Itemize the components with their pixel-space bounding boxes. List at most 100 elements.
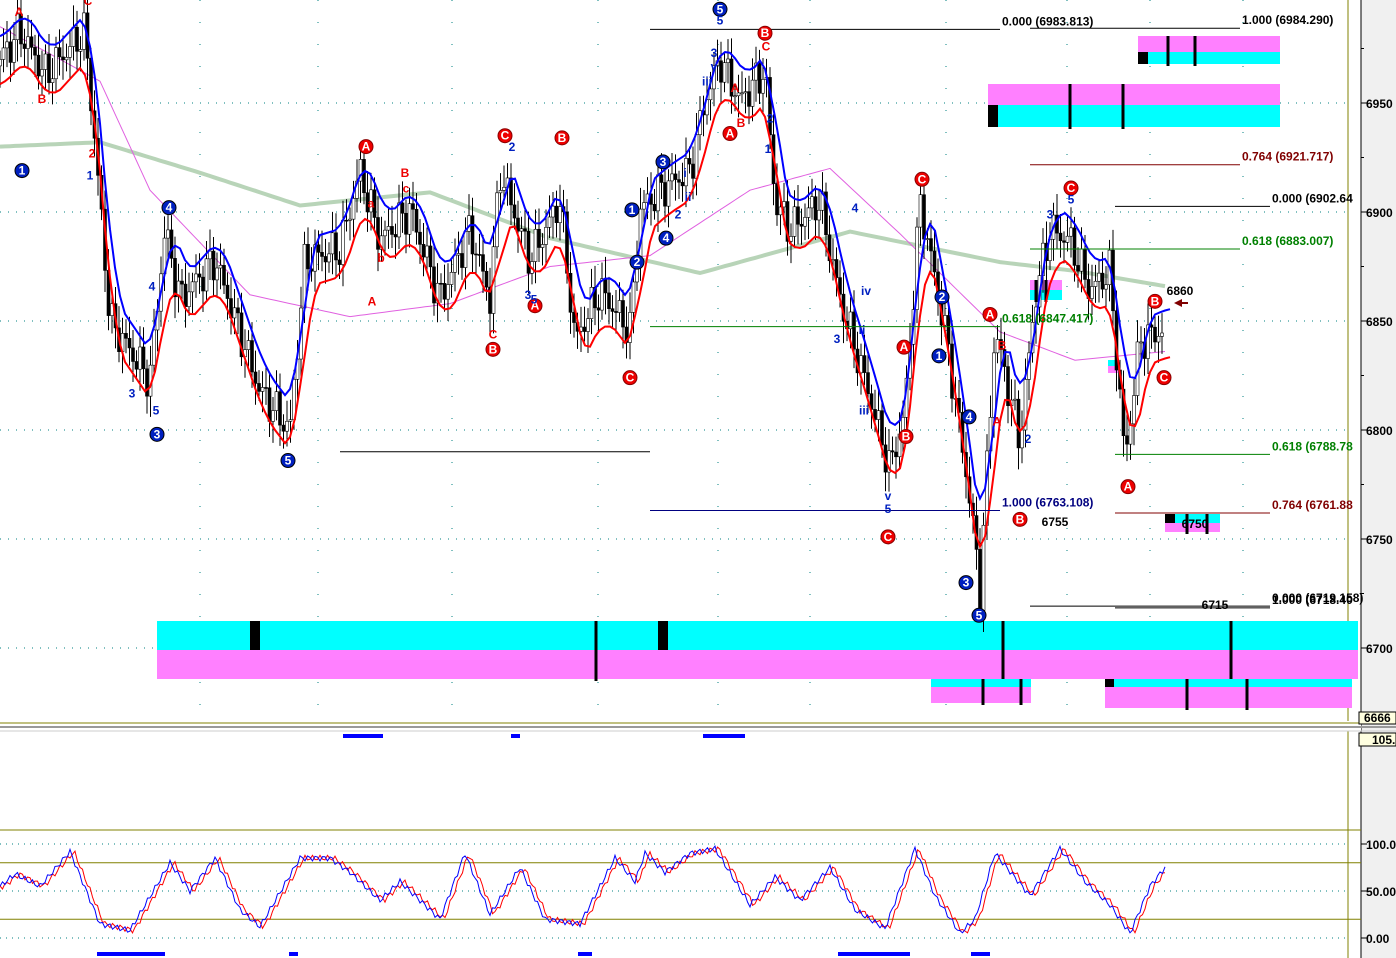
candle-body xyxy=(75,26,79,52)
candle-body xyxy=(757,62,762,94)
candle-body xyxy=(187,291,191,307)
wave-circle-label: A xyxy=(1120,479,1136,495)
signal-marker xyxy=(97,952,165,956)
price-tick-label: 6800 xyxy=(1366,424,1393,438)
osc-tick-label: 100.0 xyxy=(1366,838,1396,852)
candle-body xyxy=(390,226,394,235)
candle-body xyxy=(544,227,548,245)
candle-body xyxy=(813,196,818,221)
wave-text-label: 4 xyxy=(852,201,859,215)
candle-body xyxy=(190,281,195,293)
candle-body xyxy=(281,424,286,432)
wave-circle-text: B xyxy=(1151,294,1160,308)
price-current-value: 6666 xyxy=(1364,711,1391,725)
zone-tick xyxy=(594,621,598,681)
candle-body xyxy=(600,278,604,311)
wave-circle-label: B xyxy=(1012,511,1028,527)
wave-text-label: 3 xyxy=(129,386,136,400)
candle-body xyxy=(456,253,461,256)
candle-body xyxy=(862,355,867,373)
candle-body xyxy=(859,355,863,374)
candle-body xyxy=(978,549,982,611)
candle-body xyxy=(603,278,608,294)
candle-body xyxy=(222,265,226,286)
candle-body xyxy=(400,202,405,214)
fib-level-label: 0.618 (6788.78 xyxy=(1272,439,1353,453)
wave-circle-label: A xyxy=(982,306,998,322)
candle-body xyxy=(519,228,524,232)
wave-circle-label: C xyxy=(1156,370,1172,386)
zone-tick xyxy=(1229,621,1233,681)
wave-text-label: C xyxy=(762,40,771,54)
zone-tick xyxy=(1193,36,1197,66)
wave-circle-text: 1 xyxy=(629,203,636,217)
candle-body xyxy=(208,250,212,260)
price-tick-label: 6950 xyxy=(1366,97,1393,111)
candle-body xyxy=(740,92,744,95)
candle-body xyxy=(404,212,408,235)
zone-marker xyxy=(658,621,668,650)
candle-body xyxy=(799,223,804,227)
candle-body xyxy=(502,186,506,191)
wave-text-label: c xyxy=(403,181,410,195)
candle-body xyxy=(134,361,139,370)
candle-body xyxy=(922,194,926,240)
candle-body xyxy=(64,57,69,61)
candle-body xyxy=(257,383,261,392)
projection-zone xyxy=(1138,52,1280,64)
wave-text-label: 5 xyxy=(885,502,892,516)
zone-marker xyxy=(250,621,260,650)
zone-tick xyxy=(1245,679,1249,710)
candle-body xyxy=(537,228,541,248)
candle-body xyxy=(33,47,37,56)
wave-text-label: 4 xyxy=(149,279,156,293)
price-tick-label: 6750 xyxy=(1366,533,1393,547)
wave-text-label: v xyxy=(711,59,718,73)
wave-text-label: 5 xyxy=(717,14,724,28)
candle-body xyxy=(449,272,454,285)
candle-body xyxy=(1058,232,1063,242)
candle-body xyxy=(236,307,240,314)
fib-level-label: 1.000 (6718.40 xyxy=(1272,593,1353,607)
candle-body xyxy=(631,281,636,313)
wave-text-label: B xyxy=(998,338,1007,352)
candle-body xyxy=(407,203,412,235)
candle-body xyxy=(351,198,356,220)
candle-body xyxy=(411,203,415,210)
candle-body xyxy=(463,231,468,268)
candle-body xyxy=(421,244,426,258)
candle-body xyxy=(481,254,485,272)
wave-circle-text: C xyxy=(1160,371,1169,385)
candle-body xyxy=(145,368,149,397)
candle-body xyxy=(614,311,618,313)
candle-body xyxy=(393,234,398,238)
candle-body xyxy=(1153,326,1157,343)
wave-text-label: B xyxy=(401,166,410,180)
candle-body xyxy=(652,204,657,212)
zone-marker xyxy=(988,105,998,127)
candle-body xyxy=(1016,398,1021,449)
wave-text-label: 3 xyxy=(711,46,718,60)
price-label: 6715 xyxy=(1202,598,1229,612)
candle-body xyxy=(761,79,765,94)
candle-body xyxy=(747,91,751,107)
candle-body xyxy=(918,194,923,228)
candle-body xyxy=(12,39,16,63)
candle-body xyxy=(428,245,433,268)
candle-body xyxy=(656,174,660,212)
arrow-left-icon xyxy=(1174,299,1188,307)
candle-body xyxy=(40,69,44,77)
osc-current-value: 105. xyxy=(1372,733,1395,747)
wave-circle-text: B xyxy=(902,430,911,444)
wave-circle-text: 2 xyxy=(939,290,946,304)
wave-text-label: 2 xyxy=(89,147,96,161)
candle-body xyxy=(533,228,538,262)
candle-body xyxy=(610,308,615,312)
zone-tick xyxy=(1185,679,1189,710)
wave-circle-label: B xyxy=(554,130,570,146)
zone-tick xyxy=(1001,621,1005,681)
candle-body xyxy=(285,420,289,432)
projection-zone xyxy=(157,650,1358,679)
candle-body xyxy=(152,329,156,366)
candle-body xyxy=(523,228,527,232)
